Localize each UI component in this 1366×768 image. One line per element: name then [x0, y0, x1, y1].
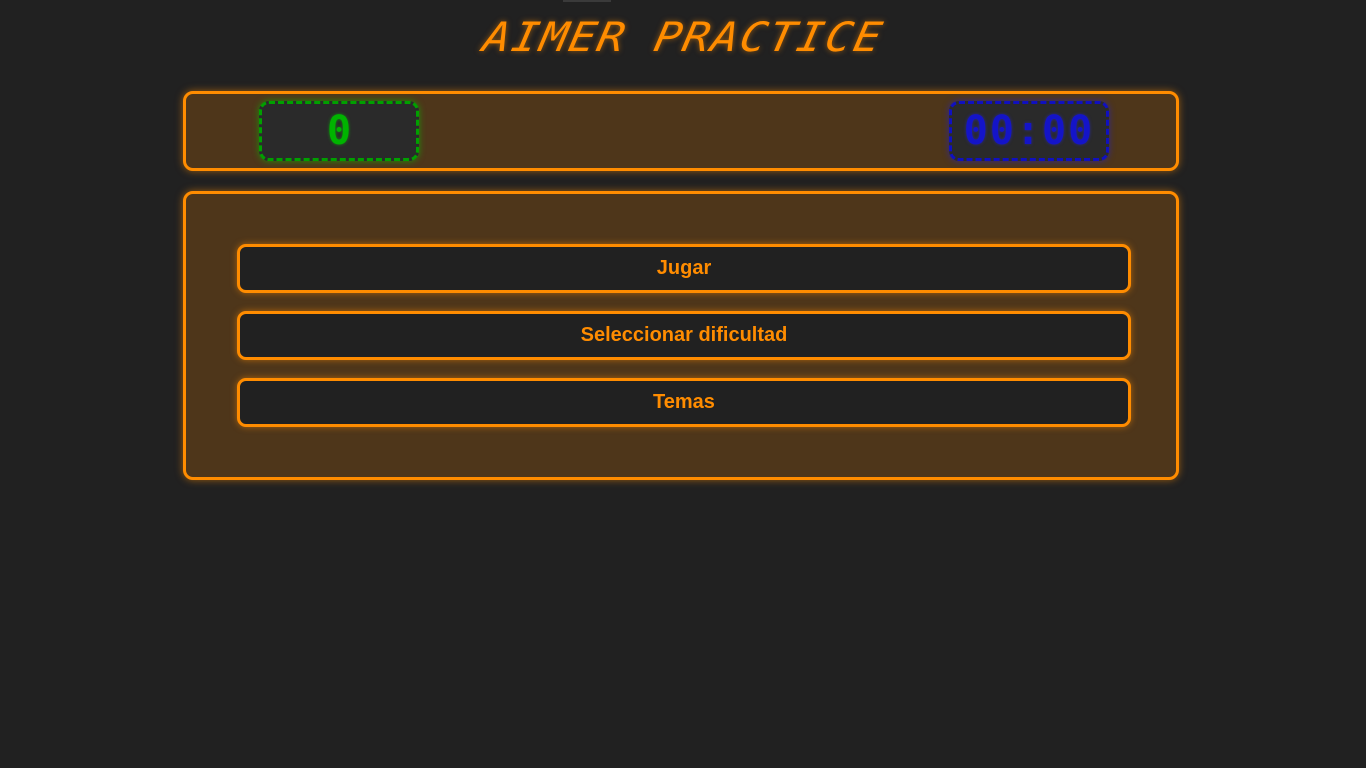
themes-button[interactable]: Temas — [237, 378, 1131, 427]
page-title: AIMER PRACTICE — [478, 14, 888, 61]
play-button[interactable]: Jugar — [237, 244, 1131, 293]
score-display: 0 — [259, 101, 419, 161]
header: AIMER PRACTICE — [0, 0, 1366, 70]
main-menu: Jugar Seleccionar dificultad Temas — [183, 191, 1179, 480]
stats-panel: 0 00:00 — [183, 91, 1179, 171]
timer-display: 00:00 — [949, 101, 1109, 161]
select-difficulty-button[interactable]: Seleccionar dificultad — [237, 311, 1131, 360]
